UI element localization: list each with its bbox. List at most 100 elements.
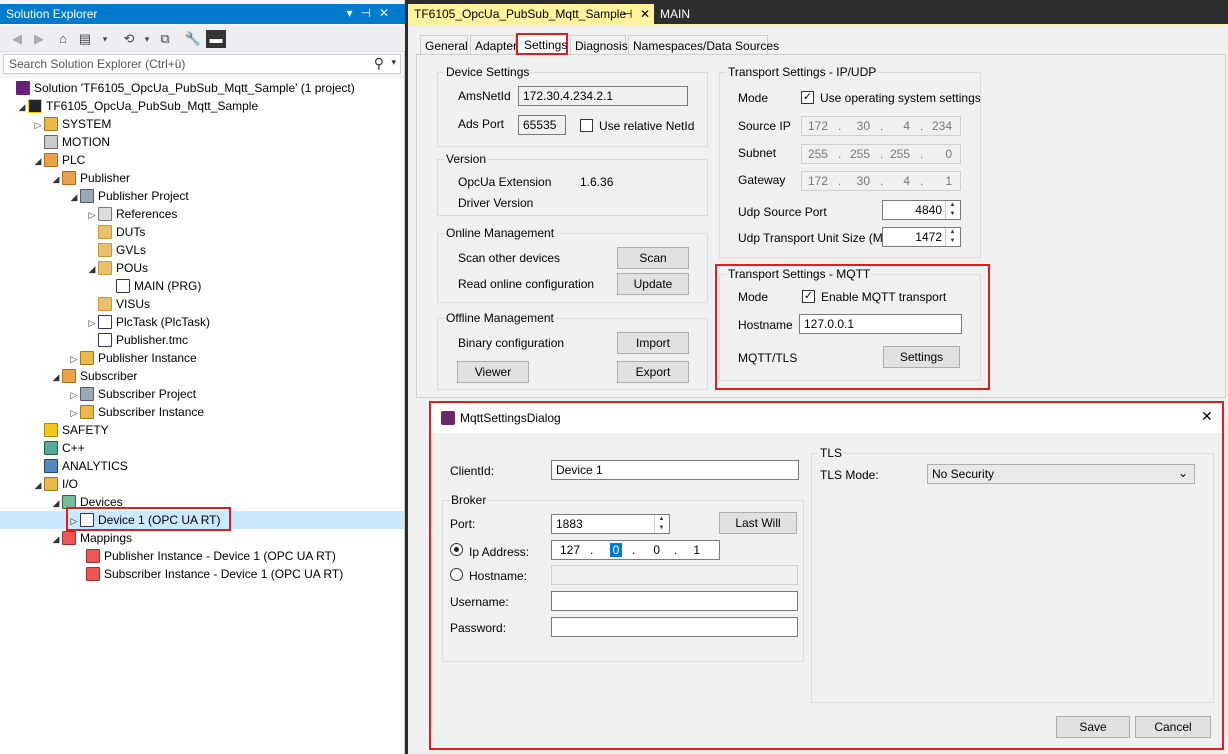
spin-arrows-icon[interactable]: ▲ ▼ — [654, 515, 668, 533]
tree-item-publisher-mapping[interactable]: Publisher Instance - Device 1 (OPC UA RT… — [86, 547, 336, 565]
expand-arrow-icon[interactable]: ◢ — [86, 260, 98, 278]
cpp-icon — [44, 441, 58, 455]
tab-project-settings[interactable]: TF6105_OpcUa_PubSub_Mqtt_Sample ⊣ ✕ — [408, 4, 654, 24]
tree-item-cpp[interactable]: C++ — [32, 439, 85, 457]
import-button[interactable]: Import — [617, 332, 689, 354]
tab-diagnosis[interactable]: Diagnosis — [570, 35, 628, 55]
gateway-field[interactable]: 172. 30. 4. 1 — [801, 171, 961, 191]
expand-arrow-icon[interactable]: ◢ — [32, 152, 44, 170]
mqtt-settings-button[interactable]: Settings — [883, 346, 960, 368]
tree-item-publisher-instance[interactable]: ▷ Publisher Instance — [68, 349, 197, 367]
mtu-stepper[interactable]: 1472 ▲ ▼ — [882, 227, 961, 247]
cancel-button[interactable]: Cancel — [1135, 716, 1211, 738]
tree-item-solution[interactable]: Solution 'TF6105_OpcUa_PubSub_Mqtt_Sampl… — [16, 79, 355, 97]
client-id-field[interactable]: Device 1 — [551, 460, 799, 480]
ip-address-field[interactable]: 127. 0. 0. 1 — [551, 540, 720, 560]
ip-address-radio[interactable] — [450, 543, 463, 556]
properties-wrench-icon[interactable]: 🔧 — [184, 30, 202, 48]
subnet-field[interactable]: 255. 255. 255. 0 — [801, 144, 961, 164]
panel-options-icon[interactable]: ▾⊣✕ — [346, 6, 397, 20]
expand-arrow-icon[interactable]: ◢ — [50, 170, 62, 188]
tls-mode-select[interactable]: No Security ⌄ — [927, 464, 1195, 484]
expand-arrow-icon[interactable]: ◢ — [16, 98, 28, 116]
ads-port-field[interactable]: 65535 — [518, 115, 566, 135]
collapse-all-icon[interactable]: ⧉ — [156, 30, 174, 48]
expand-arrow-icon[interactable]: ◢ — [68, 188, 80, 206]
tree-item-motion[interactable]: MOTION — [32, 133, 110, 151]
udp-source-port-stepper[interactable]: 4840 ▲ ▼ — [882, 200, 961, 220]
export-button[interactable]: Export — [617, 361, 689, 383]
expand-arrow-icon[interactable]: ◢ — [50, 368, 62, 386]
collapse-arrow-icon[interactable]: ▷ — [68, 404, 80, 422]
enable-mqtt-checkbox[interactable]: ✓ — [802, 290, 815, 303]
expand-arrow-icon[interactable]: ◢ — [32, 476, 44, 494]
tree-item-analytics[interactable]: ANALYTICS — [32, 457, 128, 475]
viewer-button[interactable]: Viewer — [457, 361, 529, 383]
tree-item-subscriber-mapping[interactable]: Subscriber Instance - Device 1 (OPC UA R… — [86, 565, 343, 583]
scan-button[interactable]: Scan — [617, 247, 689, 269]
expand-arrow-icon[interactable]: ◢ — [50, 494, 62, 512]
tree-item-gvls[interactable]: GVLs — [86, 241, 146, 259]
expand-arrow-icon[interactable]: ◢ — [50, 530, 62, 548]
forward-icon[interactable]: ▶ — [30, 30, 48, 48]
tab-main[interactable]: MAIN — [654, 4, 696, 24]
back-icon[interactable]: ◀ — [8, 30, 26, 48]
switch-views-icon[interactable]: ▤ — [76, 30, 94, 48]
tree-item-project[interactable]: ◢ TF6105_OpcUa_PubSub_Mqtt_Sample — [16, 97, 258, 115]
spin-arrows-icon[interactable]: ▲ ▼ — [945, 201, 959, 219]
tree-item-visus[interactable]: VISUs — [86, 295, 150, 313]
username-field[interactable] — [551, 591, 798, 611]
amsnetid-field[interactable]: 172.30.4.234.2.1 — [518, 86, 688, 106]
tree-item-pous[interactable]: ◢ POUs — [86, 259, 148, 277]
update-button[interactable]: Update — [617, 273, 689, 295]
spin-arrows-icon[interactable]: ▲ ▼ — [945, 228, 959, 246]
tab-settings[interactable]: Settings — [516, 33, 568, 55]
tree-item-mappings[interactable]: ◢ Mappings — [50, 529, 132, 547]
tree-item-publisher-tmc[interactable]: Publisher.tmc — [86, 331, 188, 349]
history-icon[interactable]: ⟲ — [120, 30, 138, 48]
tree-item-subscriber-instance[interactable]: ▷ Subscriber Instance — [68, 403, 204, 421]
solution-icon — [16, 81, 30, 95]
tree-item-io[interactable]: ◢ I/O — [32, 475, 78, 493]
tree-item-safety[interactable]: SAFETY — [32, 421, 109, 439]
os-settings-checkbox[interactable]: ✓ — [801, 91, 814, 104]
broker-hostname-field[interactable] — [551, 565, 798, 585]
tree-item-plc[interactable]: ◢ PLC — [32, 151, 85, 169]
tree-item-subscriber[interactable]: ◢ Subscriber — [50, 367, 137, 385]
last-will-button[interactable]: Last Will — [719, 512, 797, 534]
tab-namespaces[interactable]: Namespaces/Data Sources — [628, 35, 779, 55]
broker-port-stepper[interactable]: 1883 ▲ ▼ — [551, 514, 670, 534]
tab-general[interactable]: General — [420, 35, 468, 55]
folder-icon — [98, 225, 112, 239]
close-icon[interactable]: ✕ — [1201, 408, 1213, 425]
history-dropdown-icon[interactable]: ▾ — [138, 30, 156, 48]
save-button[interactable]: Save — [1056, 716, 1130, 738]
chevron-down-icon[interactable]: ▾ — [391, 57, 396, 68]
tree-item-publisher[interactable]: ◢ Publisher — [50, 169, 130, 187]
tree-item-duts[interactable]: DUTs — [86, 223, 145, 241]
pin-icon[interactable]: ⊣ — [622, 7, 632, 21]
relative-netid-checkbox[interactable] — [580, 119, 593, 132]
collapse-arrow-icon[interactable]: ▷ — [86, 206, 98, 224]
collapse-arrow-icon[interactable]: ▷ — [68, 386, 80, 404]
source-ip-field[interactable]: 172. 30. 4. 234 — [801, 116, 961, 136]
tree-item-publisher-project[interactable]: ◢ Publisher Project — [68, 187, 189, 205]
tree-item-references[interactable]: ▷ References — [86, 205, 177, 223]
tab-adapter[interactable]: Adapter — [470, 35, 517, 55]
mqtt-hostname-field[interactable]: 127.0.0.1 — [799, 314, 962, 334]
collapse-arrow-icon[interactable]: ▷ — [68, 350, 80, 368]
tree-item-subscriber-project[interactable]: ▷ Subscriber Project — [68, 385, 196, 403]
close-icon[interactable]: ✕ — [640, 7, 650, 21]
collapse-arrow-icon[interactable]: ▷ — [86, 314, 98, 332]
home-icon[interactable]: ⌂ — [54, 30, 72, 48]
tree-item-system[interactable]: ▷ SYSTEM — [32, 115, 111, 133]
tree-item-main-prg[interactable]: MAIN (PRG) — [104, 277, 201, 295]
switch-views-dropdown-icon[interactable]: ▾ — [96, 30, 114, 48]
preview-icon[interactable]: ▬ — [206, 30, 226, 48]
collapse-arrow-icon[interactable]: ▷ — [32, 116, 44, 134]
search-icon[interactable]: ⚲ — [374, 55, 384, 72]
hostname-radio[interactable] — [450, 568, 463, 581]
solution-explorer-search[interactable]: Search Solution Explorer (Ctrl+ü) ⚲ ▾ — [3, 54, 401, 74]
tree-item-plctask[interactable]: ▷ PlcTask (PlcTask) — [86, 313, 210, 331]
password-field[interactable] — [551, 617, 798, 637]
